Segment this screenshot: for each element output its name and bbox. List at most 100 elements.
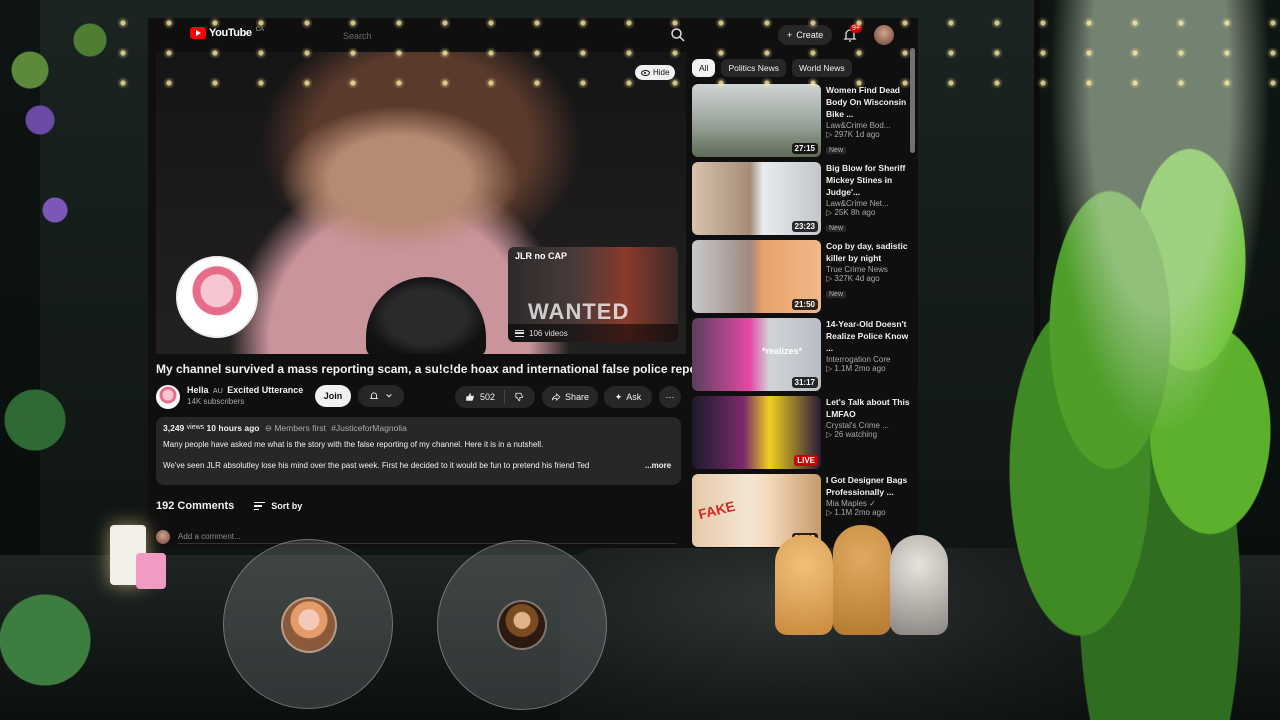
recommendation-info: Let's Talk about This LMFAO Crystal's Cr…	[826, 396, 912, 439]
recommendation-title[interactable]: Women Find Dead Body On Wisconsin Bike .…	[826, 84, 912, 120]
playlist-video-count: 106 videos	[529, 328, 568, 338]
recommendation-channel[interactable]: Crystal's Crime ...	[826, 421, 912, 430]
description-more-button[interactable]: ...more	[645, 461, 671, 470]
recommendation-stats-text: 327K 4d ago	[834, 274, 880, 283]
participant-avatar	[281, 597, 337, 653]
recommendation-title[interactable]: Let's Talk about This LMFAO	[826, 396, 912, 420]
account-avatar[interactable]	[874, 25, 894, 45]
sidebar-scrollbar[interactable]	[910, 48, 915, 153]
new-badge: New	[826, 225, 847, 232]
recommendation-thumbnail[interactable]: LIVE	[692, 396, 821, 469]
youtube-logo[interactable]: YouTube CA	[190, 27, 264, 39]
recommendation-item[interactable]: LIVE Let's Talk about This LMFAO Crystal…	[692, 396, 912, 470]
recommendation-channel[interactable]: True Crime News	[826, 265, 912, 274]
channel-name-suffix: Excited Utterance	[227, 385, 304, 395]
sort-comments-button[interactable]: Sort by	[254, 501, 302, 511]
background-plant-left	[0, 0, 150, 720]
recommendation-stats-text: 1.1M 2mo ago	[834, 508, 886, 517]
search-input[interactable]	[343, 26, 663, 46]
notifications-badge: 9+	[850, 24, 862, 33]
recommendation-title[interactable]: I Got Designer Bags Professionally ...	[826, 474, 912, 498]
create-button[interactable]: + Create	[778, 25, 833, 45]
recommendation-stats-text: 1.1M 2mo ago	[834, 364, 886, 373]
ask-button[interactable]: ✦ Ask	[604, 386, 652, 408]
join-button[interactable]: Join	[315, 385, 351, 407]
playlist-icon	[515, 329, 524, 337]
video-title: My channel survived a mass reporting sca…	[156, 362, 713, 376]
share-button[interactable]: Share	[542, 386, 598, 408]
kitten-grey	[890, 535, 948, 635]
chip-all[interactable]: All	[692, 59, 716, 77]
like-button[interactable]: 502	[455, 390, 506, 404]
recommendation-item[interactable]: 27:15 Women Find Dead Body On Wisconsin …	[692, 84, 912, 158]
add-comment-input[interactable]	[178, 530, 676, 544]
hide-label: Hide	[653, 68, 670, 77]
chip-world-news[interactable]: World News	[792, 59, 852, 77]
recommendation-channel[interactable]: Law&Crime Net...	[826, 199, 912, 208]
comments-header: 192 Comments Sort by	[156, 500, 302, 512]
description-meta: 3,249 views 10 hours ago ⊖ Members first…	[163, 423, 674, 434]
channel-name[interactable]: Hella AU Excited Utterance	[187, 385, 303, 395]
recommendation-title[interactable]: 14-Year-Old Doesn't Realize Police Know …	[826, 318, 912, 354]
recommendation-thumbnail[interactable]: 27:15	[692, 84, 821, 157]
youtube-logo-icon	[190, 27, 206, 39]
dislike-button[interactable]	[505, 392, 533, 402]
recommendation-info: I Got Designer Bags Professionally ... M…	[826, 474, 912, 517]
youtube-logo-text: YouTube	[209, 27, 252, 39]
hashtag-link[interactable]: #JusticeforMagnolia	[331, 423, 407, 433]
hide-button[interactable]: Hide	[635, 65, 676, 80]
subscriber-count: 14K subscribers	[187, 397, 245, 406]
recommendation-info: Women Find Dead Body On Wisconsin Bike .…	[826, 84, 912, 157]
floating-participant-bubble[interactable]	[437, 540, 607, 710]
recommendation-item[interactable]: 21:50 Cop by day, sadistic killer by nig…	[692, 240, 912, 314]
candles-decoration	[110, 515, 170, 595]
recommendation-channel[interactable]: Mia Maples ✓	[826, 499, 912, 508]
recommendation-thumbnail[interactable]: 21:50	[692, 240, 821, 313]
video-duration: 31:17	[791, 377, 818, 388]
members-first-label: ⊖ Members first	[264, 423, 326, 433]
recommendation-item[interactable]: *realizes* 31:17 14-Year-Old Doesn't Rea…	[692, 318, 912, 392]
members-first-text: Members first	[274, 423, 326, 433]
floating-participant-bubble[interactable]	[223, 539, 393, 709]
subscription-bell-button[interactable]	[358, 385, 404, 407]
playlist-endcard[interactable]: JLR no CAP WANTED 106 videos	[508, 247, 678, 342]
recommendation-item[interactable]: 23:23 Big Blow for Sheriff Mickey Stines…	[692, 162, 912, 236]
share-label: Share	[564, 392, 590, 402]
live-badge: LIVE	[794, 455, 818, 466]
recommendation-title[interactable]: Cop by day, sadistic killer by night	[826, 240, 912, 264]
recommendation-stats: ▷ 297K 1d ago	[826, 130, 880, 139]
description-line-1: Many people have asked me what is the st…	[163, 440, 544, 449]
thumbs-up-icon	[466, 393, 474, 401]
chevron-down-icon	[386, 394, 392, 398]
recommendation-thumbnail[interactable]: 23:23	[692, 162, 821, 235]
add-comment-row	[156, 530, 676, 544]
more-horizontal-icon: ⋯	[665, 391, 675, 402]
top-bar: YouTube CA + Create 9+	[148, 18, 918, 52]
chip-politics-news[interactable]: Politics News	[721, 59, 786, 77]
new-badge: New	[826, 147, 847, 154]
recommendation-stats-text: 26 watching	[834, 430, 878, 439]
recommendation-channel[interactable]: Interrogation Core	[826, 355, 912, 364]
participant-avatar	[497, 600, 547, 650]
like-count: 502	[480, 392, 496, 402]
sort-icon	[254, 502, 266, 510]
channel-avatar[interactable]	[156, 385, 180, 409]
comments-count: 192 Comments	[156, 500, 235, 512]
channel-watermark-avatar[interactable]	[176, 256, 258, 338]
recommendation-channel[interactable]: Law&Crime Bod...	[826, 121, 912, 130]
eye-icon	[641, 69, 650, 76]
recommendation-thumbnail[interactable]: *realizes* 31:17	[692, 318, 821, 391]
more-actions-button[interactable]: ⋯	[659, 386, 681, 408]
create-label: Create	[796, 30, 824, 40]
sparkle-icon: ✦	[614, 391, 623, 402]
background-plant-right	[960, 0, 1280, 720]
recommendation-stats-text: 25K 8h ago	[834, 208, 876, 217]
sort-label: Sort by	[271, 501, 303, 511]
description-box[interactable]: 3,249 views 10 hours ago ⊖ Members first…	[156, 417, 681, 485]
recommendation-stats: ▷ 26 watching	[826, 430, 878, 439]
recommendation-info: 14-Year-Old Doesn't Realize Police Know …	[826, 318, 912, 373]
search-icon[interactable]	[670, 27, 686, 43]
video-player[interactable]: JLR no CAP WANTED 106 videos	[156, 52, 686, 354]
recommendation-title[interactable]: Big Blow for Sheriff Mickey Stines in Ju…	[826, 162, 912, 198]
description-line-2-text: We've seen JLR absolutley lose his mind …	[163, 461, 590, 470]
